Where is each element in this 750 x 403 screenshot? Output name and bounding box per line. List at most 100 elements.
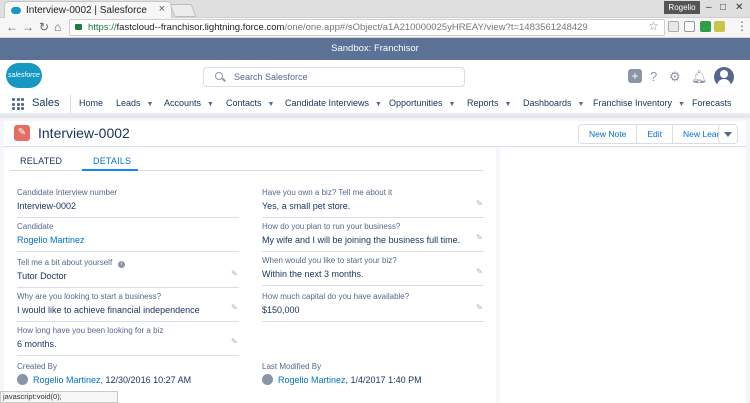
record-title: Interview-0002 bbox=[38, 125, 130, 141]
chevron-down-icon: ▼ bbox=[207, 101, 214, 108]
chevron-down-icon: ▼ bbox=[504, 101, 512, 108]
close-tab-icon[interactable]: × bbox=[159, 3, 165, 15]
chevron-down-icon: ▼ bbox=[678, 101, 685, 108]
global-search-input[interactable]: Search Salesforce bbox=[203, 67, 465, 87]
field-plan-run-business: How do you plan to run your business? My… bbox=[262, 220, 484, 252]
maximize-icon[interactable]: □ bbox=[720, 2, 726, 13]
field-label: Candidate bbox=[17, 222, 54, 231]
recycle-extension-icon[interactable] bbox=[684, 21, 695, 32]
nav-item-candidate-interviews[interactable]: Candidate Interviews ▼ bbox=[285, 98, 382, 108]
browser-status-bar: javascript:void(0); bbox=[0, 391, 118, 403]
more-actions-dropdown-button[interactable] bbox=[718, 124, 738, 144]
notifications-bell-icon[interactable]: 🔔︎ bbox=[691, 70, 708, 83]
forward-icon[interactable]: → bbox=[22, 20, 34, 34]
info-icon[interactable]: i bbox=[118, 261, 126, 268]
user-avatar[interactable] bbox=[714, 67, 734, 87]
browser-tab-strip: Interview-0002 | Salesforce × Rogelio – … bbox=[0, 0, 750, 18]
new-tab-button[interactable] bbox=[169, 4, 197, 17]
help-icon[interactable]: ? bbox=[650, 70, 657, 83]
field-candidate: Candidate Rogelio Martinez bbox=[17, 220, 239, 252]
field-value: Yes, a small pet store. bbox=[262, 201, 351, 211]
bookmark-star-icon[interactable]: ☆ bbox=[648, 19, 659, 33]
nav-item-home[interactable]: Home bbox=[79, 98, 103, 108]
nav-item-opportunities[interactable]: Opportunities ▼ bbox=[389, 98, 455, 108]
browser-tab-title: Interview-0002 | Salesforce bbox=[26, 4, 147, 16]
candidate-link[interactable]: Rogelio Martinez bbox=[17, 235, 85, 245]
nav-item-dashboards[interactable]: Dashboards ▼ bbox=[523, 98, 584, 108]
close-window-icon[interactable]: ✕ bbox=[735, 2, 743, 13]
field-value: 6 months. bbox=[17, 339, 57, 349]
app-launcher-icon[interactable] bbox=[12, 98, 24, 110]
record-action-buttons: New Note Edit New Lead bbox=[578, 124, 733, 144]
nav-item-forecasts[interactable]: Forecasts bbox=[692, 98, 732, 108]
field-label: Created By bbox=[17, 362, 58, 371]
green-extension-icon[interactable] bbox=[700, 21, 711, 32]
url-scheme: https:// bbox=[88, 22, 117, 33]
field-label: Why are you looking to start a business? bbox=[17, 292, 162, 301]
field-why-start-business: Why are you looking to start a business?… bbox=[17, 290, 239, 322]
edit-pencil-icon[interactable]: ✎ bbox=[231, 269, 239, 278]
minimize-icon[interactable]: – bbox=[706, 2, 712, 13]
field-value: Interview-0002 bbox=[17, 201, 77, 211]
field-value: Within the next 3 months. bbox=[262, 269, 364, 279]
edit-button[interactable]: Edit bbox=[637, 125, 673, 143]
active-tab-indicator bbox=[82, 169, 138, 171]
field-label: Last Modified By bbox=[262, 362, 322, 371]
edit-pencil-icon[interactable]: ✎ bbox=[231, 337, 239, 346]
chevron-down-icon: ▼ bbox=[577, 101, 585, 108]
nav-item-franchise-inventory[interactable]: Franchise Inventory ▼ bbox=[593, 98, 685, 108]
sandbox-banner: Sandbox: Franchisor bbox=[0, 38, 750, 60]
nav-item-reports[interactable]: Reports ▼ bbox=[467, 98, 511, 108]
reload-icon[interactable]: ↻ bbox=[39, 20, 49, 34]
url-path: /one/one.app#/sObject/a1A210000025yHREAY… bbox=[284, 22, 588, 33]
salesforce-logo[interactable]: salesforce bbox=[6, 63, 42, 88]
nav-item-contacts[interactable]: Contacts ▼ bbox=[226, 98, 274, 108]
field-value: My wife and I will be joining the busine… bbox=[262, 235, 461, 245]
field-own-biz: Have you own a biz? Tell me about it Yes… bbox=[262, 186, 484, 218]
modified-by-user-link[interactable]: Rogelio Martinez bbox=[278, 375, 346, 385]
field-label: How much capital do you have available? bbox=[262, 292, 410, 301]
tab-related[interactable]: RELATED bbox=[20, 156, 62, 166]
salesforce-favicon-icon bbox=[11, 6, 21, 14]
global-header: salesforce Search Salesforce + ? ⚙ 🔔︎ bbox=[0, 60, 750, 92]
field-value: Tutor Doctor bbox=[17, 271, 67, 281]
edit-pencil-icon[interactable]: ✎ bbox=[476, 267, 484, 276]
field-label: How do you plan to run your business? bbox=[262, 222, 401, 231]
address-bar[interactable]: https://fastcloud--franchisor.lightning.… bbox=[69, 19, 665, 36]
created-by-user-link[interactable]: Rogelio Martinez bbox=[33, 375, 101, 385]
side-panel bbox=[500, 148, 746, 403]
edit-pencil-icon[interactable]: ✎ bbox=[476, 233, 484, 242]
global-actions-plus-icon[interactable]: + bbox=[628, 69, 642, 83]
chrome-menu-icon[interactable]: ⋮ bbox=[736, 19, 748, 33]
chevron-down-icon: ▼ bbox=[146, 101, 154, 108]
edit-pencil-icon[interactable]: ✎ bbox=[476, 199, 484, 208]
lock-icon bbox=[75, 24, 82, 30]
edit-pencil-icon[interactable]: ✎ bbox=[476, 303, 484, 312]
chevron-down-icon: ▼ bbox=[448, 101, 456, 108]
nav-item-accounts[interactable]: Accounts ▼ bbox=[164, 98, 214, 108]
chevron-down-icon: ▼ bbox=[267, 101, 275, 108]
nav-item-leads[interactable]: Leads ▼ bbox=[116, 98, 153, 108]
search-icon bbox=[215, 72, 223, 80]
app-name: Sales bbox=[32, 97, 60, 109]
field-when-start-biz: When would you like to start your biz? W… bbox=[262, 254, 484, 286]
field-value: Rogelio Martinez, 1/4/2017 1:40 PM bbox=[278, 375, 422, 385]
field-value: I would like to achieve financial indepe… bbox=[17, 305, 200, 315]
p-extension-icon[interactable] bbox=[714, 21, 725, 32]
new-note-button[interactable]: New Note bbox=[579, 125, 638, 143]
back-icon[interactable]: ← bbox=[6, 20, 18, 34]
home-icon[interactable]: ⌂ bbox=[54, 20, 61, 34]
field-label: Have you own a biz? Tell me about it bbox=[262, 188, 393, 197]
extension-icon[interactable] bbox=[668, 21, 679, 32]
field-created-by: Created By Rogelio Martinez, 12/30/2016 … bbox=[17, 360, 239, 392]
setup-gear-icon[interactable]: ⚙ bbox=[669, 70, 681, 83]
profile-chip[interactable]: Rogelio bbox=[664, 1, 700, 14]
field-last-modified-by: Last Modified By Rogelio Martinez, 1/4/2… bbox=[262, 360, 484, 392]
edit-pencil-icon[interactable]: ✎ bbox=[231, 303, 239, 312]
nav-separator bbox=[70, 95, 71, 113]
browser-tab[interactable]: Interview-0002 | Salesforce × bbox=[4, 1, 172, 18]
field-about-yourself: Tell me a bit about yourself i Tutor Doct… bbox=[17, 256, 239, 288]
tab-details[interactable]: DETAILS bbox=[93, 156, 131, 166]
field-candidate-interview-number: Candidate Interview number Interview-000… bbox=[17, 186, 239, 218]
browser-toolbar: ← → ↻ ⌂ https://fastcloud--franchisor.li… bbox=[0, 18, 750, 38]
